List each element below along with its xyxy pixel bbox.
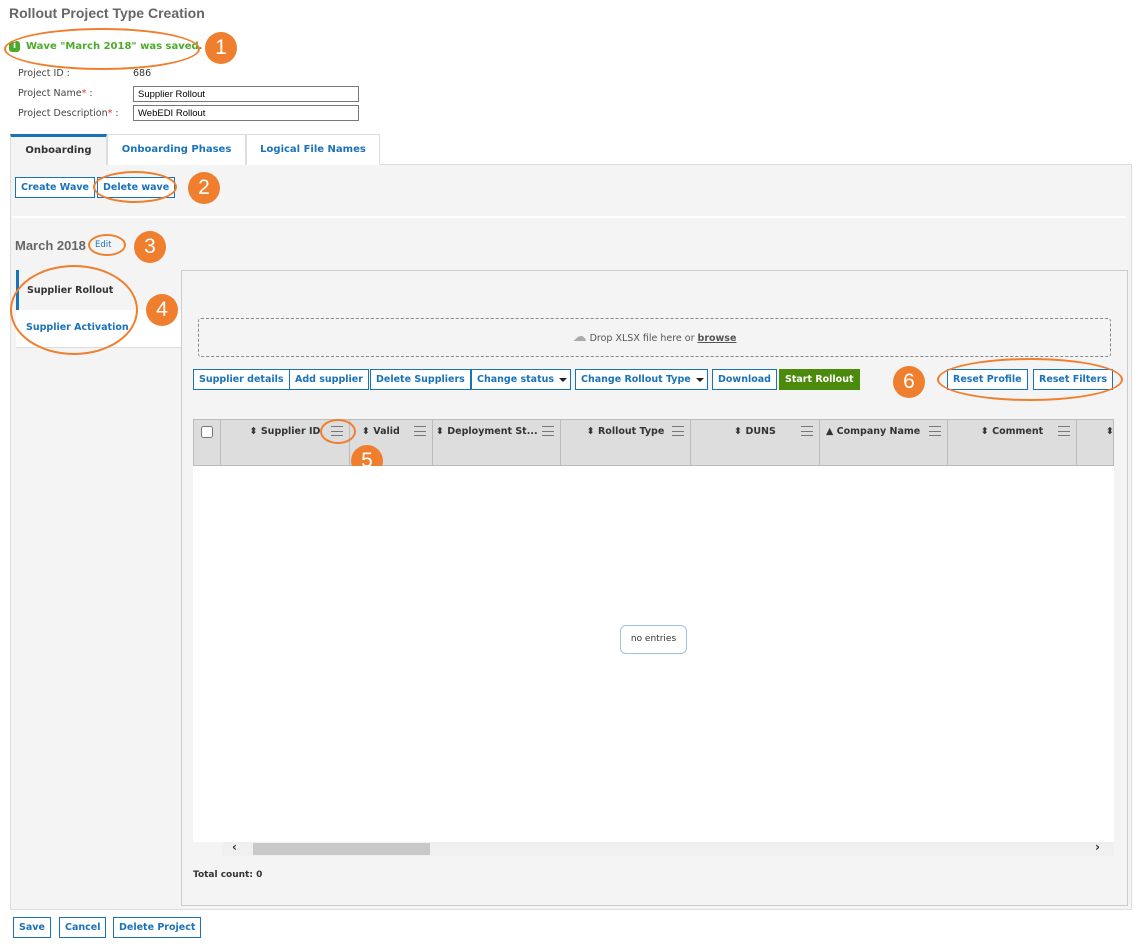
sort-icon: ⬍ — [1106, 426, 1114, 437]
download-button[interactable]: Download — [712, 369, 777, 390]
horizontal-scrollbar[interactable]: ‹ › — [222, 840, 1114, 856]
project-id-label: Project ID : — [18, 68, 70, 79]
column-menu-icon[interactable] — [414, 426, 426, 436]
column-menu-icon[interactable] — [672, 426, 684, 436]
column-menu-icon[interactable] — [1058, 426, 1070, 436]
start-rollout-button[interactable]: Start Rollout — [779, 369, 860, 390]
scrollbar-thumb[interactable] — [253, 843, 430, 855]
sort-asc-icon: ▲ — [826, 426, 834, 437]
caret-down-icon — [695, 377, 704, 382]
page-title: Rollout Project Type Creation — [9, 5, 205, 21]
total-count: Total count: 0 — [193, 870, 263, 880]
column-menu-icon[interactable] — [542, 426, 554, 436]
annotation-oval — [88, 234, 126, 256]
table-body — [193, 466, 1114, 842]
caret-down-icon — [559, 377, 568, 382]
column-header[interactable]: ⬍ Deployment St... — [433, 419, 561, 466]
divider — [12, 216, 1126, 218]
tab-onboarding[interactable]: Onboarding — [10, 134, 107, 165]
annotation-4: 4 — [146, 294, 178, 326]
delete-suppliers-button[interactable]: Delete Suppliers — [370, 369, 471, 390]
sort-icon: ⬍ — [362, 426, 370, 437]
annotation-oval — [93, 171, 177, 203]
project-description-input[interactable] — [133, 105, 359, 121]
column-header[interactable]: ⬍ DUNS — [691, 419, 820, 466]
tab-logical-file-names[interactable]: Logical File Names — [246, 134, 380, 165]
select-all-checkbox[interactable] — [200, 426, 213, 438]
annotation-1: 1 — [205, 32, 237, 64]
add-supplier-button[interactable]: Add supplier — [289, 369, 369, 390]
sort-icon: ⬍ — [249, 426, 258, 437]
tab-onboarding-phases[interactable]: Onboarding Phases — [107, 134, 246, 165]
column-header[interactable]: ⬍ Rollout Type — [561, 419, 691, 466]
scroll-right-icon[interactable]: › — [1095, 840, 1100, 854]
delete-project-button[interactable]: Delete Project — [113, 917, 202, 938]
column-header[interactable]: ⬍ — [1077, 419, 1114, 466]
sort-icon: ⬍ — [436, 426, 444, 437]
annotation-3: 3 — [134, 231, 166, 263]
sort-icon: ⬍ — [980, 426, 989, 437]
create-wave-button[interactable]: Create Wave — [15, 177, 95, 198]
project-id-value: 686 — [133, 68, 152, 79]
annotation-oval — [320, 419, 356, 444]
cancel-button[interactable]: Cancel — [59, 917, 107, 938]
project-name-input[interactable] — [133, 86, 359, 102]
column-menu-icon[interactable] — [801, 426, 813, 436]
scroll-left-icon[interactable]: ‹ — [232, 840, 237, 854]
column-header[interactable]: ▲ Company Name — [820, 419, 948, 466]
column-menu-icon[interactable] — [929, 426, 941, 436]
sort-icon: ⬍ — [586, 426, 595, 437]
annotation-oval — [10, 265, 138, 355]
wave-name: March 2018 — [15, 238, 86, 253]
project-description-label: Project Description* : — [18, 108, 119, 119]
save-button[interactable]: Save — [13, 917, 51, 938]
supplier-details-button[interactable]: Supplier details — [193, 369, 290, 390]
change-status-dropdown[interactable]: Change status — [471, 369, 571, 390]
annotation-6: 6 — [893, 366, 925, 398]
sort-icon: ⬍ — [734, 426, 743, 437]
project-name-label: Project Name* : — [18, 88, 93, 99]
column-header[interactable]: ⬍ Comment — [948, 419, 1077, 466]
select-all-cell — [193, 419, 221, 466]
file-dropzone[interactable]: ☁ Drop XLSX file here or browse — [198, 318, 1111, 357]
annotation-2: 2 — [188, 172, 220, 204]
annotation-oval — [937, 358, 1123, 401]
browse-link[interactable]: browse — [698, 333, 737, 344]
cloud-upload-icon: ☁ — [572, 329, 587, 345]
empty-state: no entries — [620, 625, 687, 654]
change-rollout-type-dropdown[interactable]: Change Rollout Type — [575, 369, 708, 390]
annotation-oval — [4, 28, 200, 70]
